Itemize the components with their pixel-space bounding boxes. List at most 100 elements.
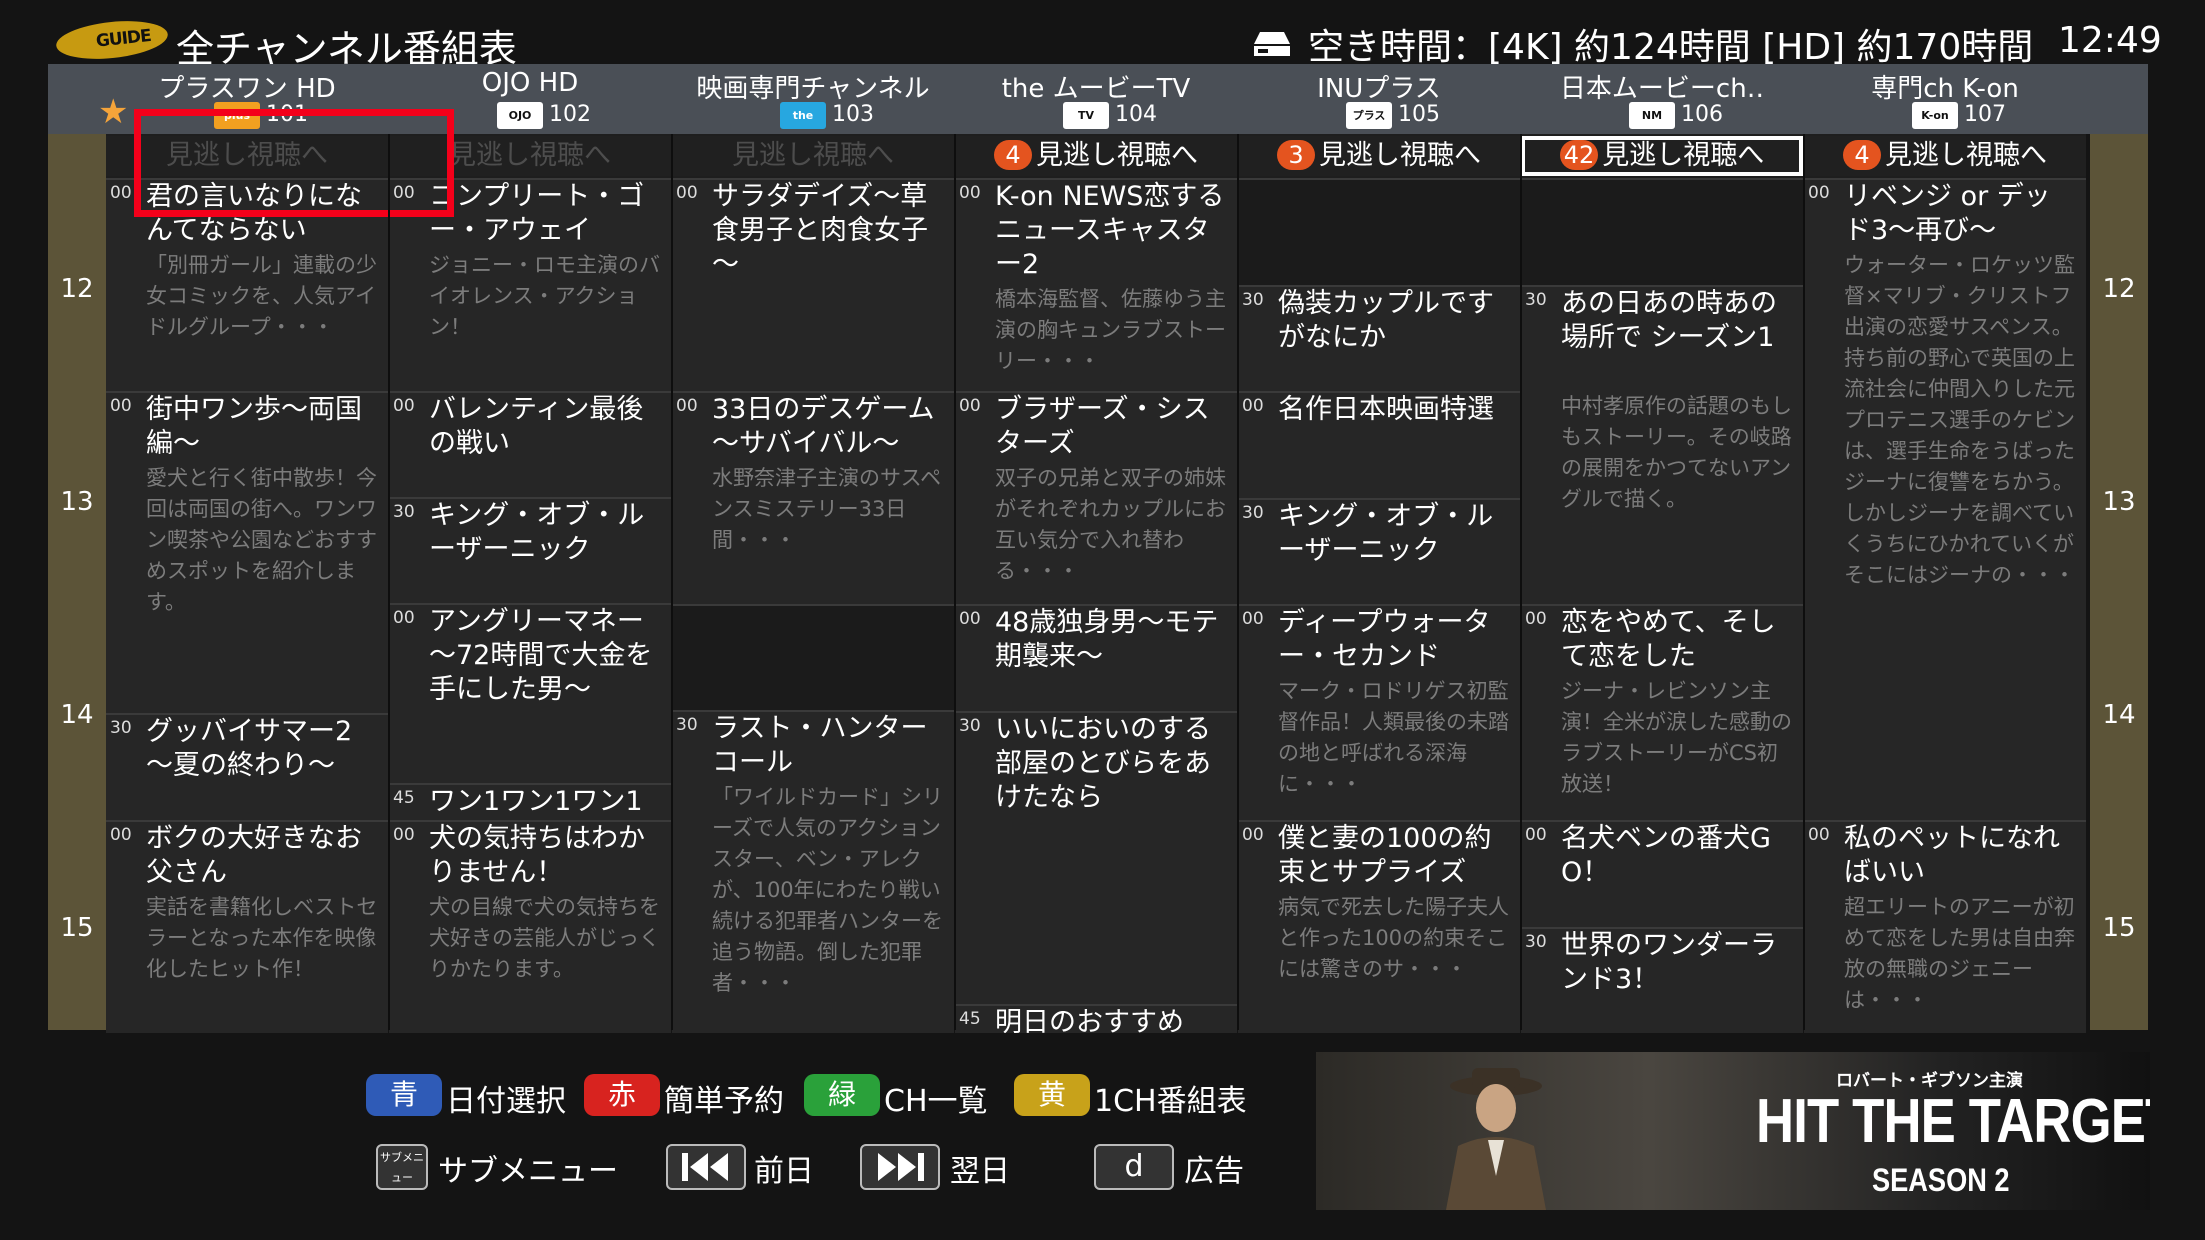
program-title: 名作日本映画特選 [1278, 394, 1494, 425]
program-cell[interactable]: 30 キング・オブ・ルーザーニック [1238, 498, 1520, 604]
program-cell[interactable]: 30 ラスト・ハンターコール 「ワイルドカード」シリーズで人気のアクションスター、ベ… [672, 710, 954, 1033]
top-bar: GUIDE 全チャンネル番組表 空き時間：[4K] 約124時間 [HD] 約1… [0, 0, 2205, 71]
program-description: 双子の兄弟と双子の姉妹がそれぞれカップルにお互い気分で入れ替わる・・・ [995, 466, 1226, 583]
ad-label: 広告 [1184, 1154, 1244, 1189]
d-button[interactable]: d [1094, 1144, 1174, 1190]
program-title: 犬の気持ちはわかりません！ [429, 823, 645, 888]
program-cell[interactable]: 00 私のペットになればいい 超エリートのアニーが初めて恋をした男は自由奔放の無職の… [1804, 820, 2086, 1033]
program-title: ブラザーズ・シスターズ [995, 394, 1210, 459]
program-title: K-on NEWS恋するニュースキャスター2 [995, 181, 1225, 280]
program-cell[interactable]: 00 33日のデスゲーム～サバイバル～ 水野奈津子主演のサスペンスミステリー33日間… [672, 391, 954, 604]
channel-header-103[interactable]: 映画専門チャンネルthe MOVIE103 [672, 64, 954, 134]
program-cell[interactable]: 30 偽装カップルですがなにか [1238, 285, 1520, 391]
catchup-count-badge: 4 [1843, 139, 1881, 170]
program-title: キング・オブ・ルーザーニック [1278, 501, 1494, 566]
channel-logo-icon: the MOVIE [780, 102, 826, 129]
channel-number: 102 [549, 102, 591, 127]
program-cell[interactable]: 30 いいにおいのする部屋のとびらをあけたなら [955, 711, 1237, 1004]
program-description: 実話を書籍化しベストセラーとなった本作を映像化したヒット作！ [146, 895, 378, 981]
program-cell[interactable]: 45 明日のおすすめ [955, 1004, 1237, 1033]
channel-column: 見逃し視聴へ 00 サラダデイズ～草食男子と肉食女子～ 00 33日のデスゲーム～サバイ… [672, 134, 954, 1033]
guide-logo-text: GUIDE [95, 25, 152, 52]
time-column-left [48, 134, 106, 1030]
color-key-green[interactable]: 緑 [804, 1074, 880, 1116]
channel-header-106[interactable]: 日本ムービーch‥ NM 106 [1521, 64, 1803, 134]
recorder-icon [1254, 32, 1290, 56]
hour-label: 14 [2102, 700, 2136, 730]
program-cell[interactable]: 00 恋をやめて、そして恋をした ジーナ・レビンソン主演！全米が涙した感動のラブスト… [1521, 604, 1803, 820]
program-cell[interactable]: 00 バレンティン最後の戦い [389, 391, 671, 497]
program-description: 中村孝原作の話題のもしもストーリー。その岐路の展開をかつてないアングルで描く。 [1561, 394, 1792, 511]
channel-number: 107 [1964, 102, 2006, 127]
channel-name: 日本ムービーch‥ [1559, 74, 1765, 104]
program-title: 僕と妻の100の約束とサプライズ [1278, 823, 1492, 888]
program-start-minute: 00 [110, 183, 132, 203]
program-title: サラダデイズ～草食男子と肉食女子～ [712, 181, 928, 280]
program-cell[interactable]: 00 リベンジ or デッド3～再び～ ウォーター・ロケッツ監督×マリブ・クリストフ… [1804, 178, 2086, 820]
program-start-minute: 30 [1242, 290, 1264, 310]
skip-back-icon[interactable] [666, 1144, 746, 1190]
program-cell[interactable] [1238, 178, 1520, 285]
program-cell[interactable]: 45 ワン1ワン1ワン1 [389, 783, 671, 820]
column-divider [1803, 134, 1805, 1030]
program-cell[interactable]: 30 あの日あの時あの場所で シーズン1 中村孝原作の話題のもしもストーリー。その岐… [1521, 285, 1803, 604]
program-cell[interactable]: 30 世界のワンダーランド3！ [1521, 927, 1803, 1033]
catchup-button[interactable]: 3 見逃し視聴へ [1238, 136, 1520, 176]
program-start-minute: 00 [1242, 396, 1264, 416]
catchup-button[interactable]: 42 見逃し視聴へ [1521, 136, 1803, 176]
color-key-yellow[interactable]: 黄 [1014, 1074, 1090, 1116]
program-cell[interactable]: 00 ディープウォーター・セカンド マーク・ロドリゲス初監督作品！人類最後の未踏の地… [1238, 604, 1520, 820]
hour-label: 15 [60, 913, 94, 943]
program-start-minute: 00 [1525, 609, 1547, 629]
channel-column: 42 見逃し視聴へ 30 あの日あの時あの場所で シーズン1 中村孝原作の話題のもしもス… [1521, 134, 1803, 1033]
program-cell[interactable]: 00 僕と妻の100の約束とサプライズ 病気で死去した陽子夫人と作った100の約束そ… [1238, 820, 1520, 1033]
channel-logo-icon: K-on [1912, 102, 1958, 129]
catchup-label: 見逃し視聴へ [1885, 140, 2047, 171]
program-start-minute: 00 [110, 396, 132, 416]
ad-banner[interactable]: ロバート・ギブソン主演 HIT THE TARGET SEASON 2 [1316, 1052, 2150, 1210]
program-start-minute: 30 [393, 502, 415, 522]
program-cell[interactable]: 00 48歳独身男～モテ期襲来～ [955, 604, 1237, 711]
program-cell[interactable]: 30 キング・オブ・ルーザーニック [389, 497, 671, 603]
color-key-label: 日付選択 [446, 1084, 566, 1119]
catchup-button[interactable]: 4 見逃し視聴へ [1804, 136, 2086, 176]
channel-header-105[interactable]: INUプラス プラス 105 [1238, 64, 1520, 134]
catchup-button[interactable]: 見逃し視聴へ [672, 136, 954, 176]
hour-label: 15 [2102, 913, 2136, 943]
program-cell[interactable]: 00 ブラザーズ・シスターズ 双子の兄弟と双子の姉妹がそれぞれカップルにお互い気分で… [955, 391, 1237, 604]
program-start-minute: 00 [1525, 825, 1547, 845]
program-cell[interactable]: 00 ボクの大好きなお父さん 実話を書籍化しベストセラーとなった本作を映像化したヒッ… [106, 820, 388, 1033]
program-cell[interactable]: 00 アングリーマネー～72時間で大金を手にした男～ [389, 603, 671, 783]
color-key-label: 1CH番組表 [1094, 1084, 1247, 1119]
channel-column: 3 見逃し視聴へ 30 偽装カップルですがなにか 00 名作日本映画特選 30 キング・オブ・… [1238, 134, 1520, 1033]
channel-header-107[interactable]: 専門ch K-on K-on 107 [1804, 64, 2086, 134]
program-cell[interactable]: 00 サラダデイズ～草食男子と肉食女子～ [672, 178, 954, 391]
program-cell[interactable]: 00 街中ワン歩～両国編～ 愛犬と行く街中散歩！今回は両国の街へ。ワンワン喫茶や公園… [106, 391, 388, 713]
program-cell[interactable] [672, 604, 954, 710]
column-divider [1237, 134, 1239, 1030]
program-cell[interactable] [1521, 178, 1803, 285]
program-start-minute: 00 [676, 396, 698, 416]
skip-forward-icon[interactable] [860, 1144, 940, 1190]
color-key-red[interactable]: 赤 [584, 1074, 660, 1116]
program-start-minute: 30 [1525, 932, 1547, 952]
program-cell[interactable]: 00 犬の気持ちはわかりません！ 犬の目線で犬の気持ちを犬好きの芸能人がじっくりかた… [389, 820, 671, 1033]
catchup-count-badge: 42 [1559, 139, 1599, 170]
program-cell[interactable]: 30 グッバイサマー2～夏の終わり～ [106, 713, 388, 820]
catchup-label: 見逃し視聴へ [1602, 140, 1765, 171]
recording-free-space: 空き時間：[4K] 約124時間 [HD] 約170時間 [1308, 27, 2034, 68]
program-cell[interactable]: 00 名作日本映画特選 [1238, 391, 1520, 498]
program-title: あの日あの時あの場所で シーズン1 [1561, 288, 1777, 353]
program-title: 明日のおすすめ [995, 1007, 1184, 1033]
catchup-count-badge: 4 [994, 139, 1032, 170]
channel-header-104[interactable]: the ムービーTV TV 104 [955, 64, 1237, 134]
program-start-minute: 00 [1808, 825, 1830, 845]
channel-logo-icon: TV [1063, 102, 1109, 129]
next-day-label: 翌日 [950, 1154, 1010, 1189]
program-cell[interactable]: 00 K-on NEWS恋するニュースキャスター2 橋本海監督、佐藤ゆう主演の胸キュ… [955, 178, 1237, 391]
submenu-icon[interactable]: サブメニュー [376, 1144, 428, 1190]
catchup-button[interactable]: 4 見逃し視聴へ [955, 136, 1237, 176]
catchup-count-badge: 3 [1277, 139, 1315, 170]
color-key-blue[interactable]: 青 [366, 1074, 442, 1116]
program-cell[interactable]: 00 名犬ベンの番犬GO！ [1521, 820, 1803, 927]
